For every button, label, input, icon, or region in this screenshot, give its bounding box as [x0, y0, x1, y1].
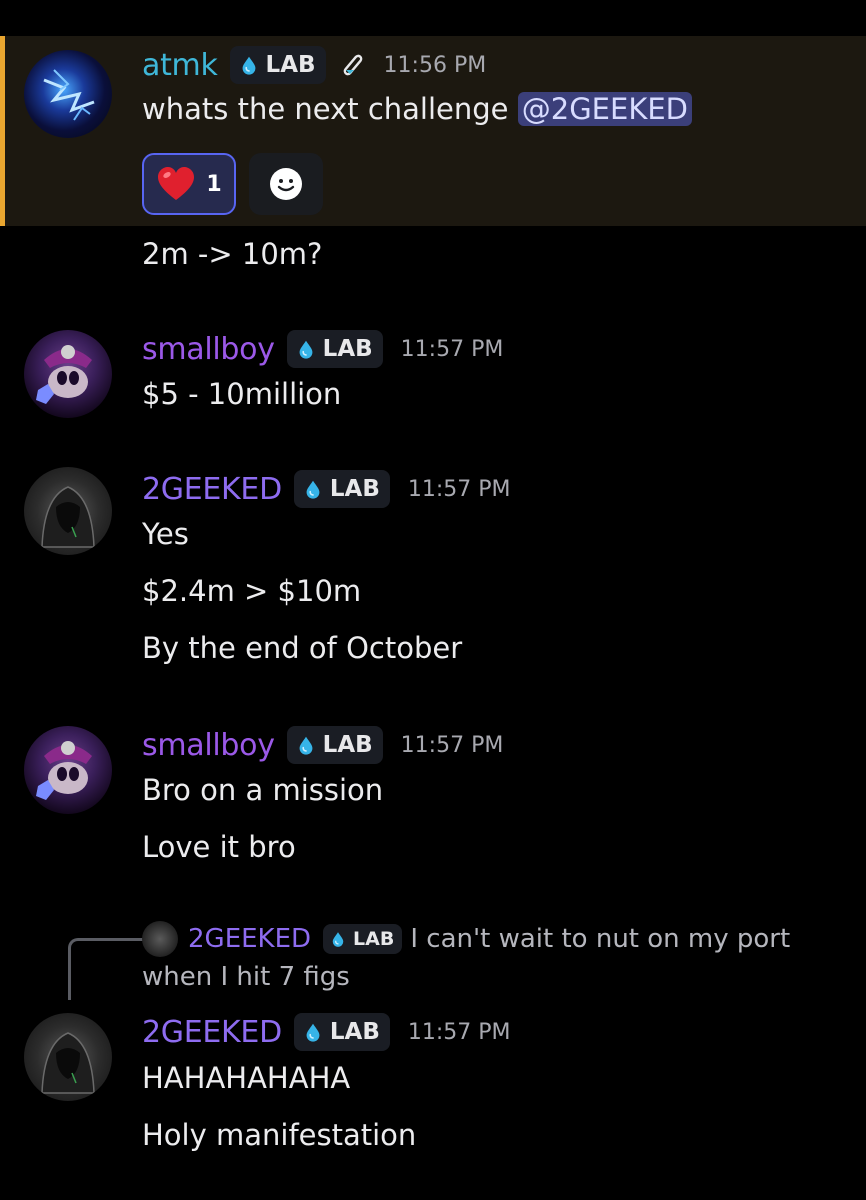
message-text-prefix: whats the next challenge [142, 92, 518, 126]
water-drop-icon [238, 54, 260, 76]
lab-tag[interactable]: LAB [286, 726, 383, 764]
reply-username[interactable]: 2GEEKED [188, 924, 311, 954]
test-tube-icon [340, 52, 366, 78]
username-2geeked[interactable]: 2GEEKED [142, 1015, 282, 1050]
avatar-smallboy[interactable] [24, 330, 112, 418]
water-drop-icon [295, 734, 317, 756]
timestamp: 11:57 PM [407, 476, 511, 502]
water-drop-icon [295, 338, 317, 360]
reaction-count: 1 [206, 171, 222, 197]
message-text: HAHAHAHAHA [142, 1061, 351, 1095]
tag-label: LAB [265, 52, 316, 78]
lab-tag[interactable]: LAB [323, 924, 403, 954]
lightning-art-icon [43, 69, 95, 121]
heart-reaction-button[interactable]: 1 [142, 153, 236, 215]
reply-text: I can't wait to nut on my port [410, 924, 791, 954]
message-text: Love it bro [142, 830, 296, 864]
message-text: $2.4m > $10m [142, 574, 362, 608]
water-drop-icon [302, 1021, 324, 1043]
message-text: Yes [142, 517, 189, 551]
hooded-figure-icon [41, 1032, 95, 1094]
timestamp: 11:57 PM [400, 336, 504, 362]
lab-tag[interactable]: LAB [286, 330, 383, 368]
user-mention[interactable]: @2GEEKED [517, 92, 692, 126]
tag-label: LAB [329, 1019, 380, 1045]
tag-label: LAB [322, 336, 373, 362]
avatar-smallboy[interactable] [24, 726, 112, 814]
username-2geeked[interactable]: 2GEEKED [142, 472, 282, 507]
message-text: By the end of October [142, 631, 463, 665]
timestamp: 11:57 PM [400, 732, 504, 758]
water-drop-icon [302, 478, 324, 500]
lab-tag[interactable]: LAB [293, 470, 390, 508]
reply-avatar[interactable] [142, 921, 178, 957]
heart-icon [158, 167, 195, 200]
tag-label: LAB [353, 928, 395, 950]
username-smallboy[interactable]: smallboy [142, 728, 275, 763]
smiley-icon [270, 168, 302, 200]
message-text: $5 - 10million [142, 377, 342, 411]
lab-tag[interactable]: LAB [293, 1013, 390, 1051]
avatar-2geeked[interactable] [24, 467, 112, 555]
tag-label: LAB [322, 732, 373, 758]
message-text: 2m -> 10m? [142, 237, 323, 271]
lab-tag[interactable]: LAB [229, 46, 326, 84]
username-atmk[interactable]: atmk [142, 48, 218, 83]
water-drop-icon [329, 930, 347, 948]
character-art-icon [36, 345, 92, 404]
message-text: whats the next challenge @2GEEKED [142, 92, 692, 126]
message-text: Holy manifestation [142, 1118, 417, 1152]
reply-preview[interactable]: 2GEEKED LAB I can't wait to nut on my po… [188, 919, 790, 959]
username-smallboy[interactable]: smallboy [142, 332, 275, 367]
reply-text: when I hit 7 figs [142, 962, 350, 992]
avatar-atmk[interactable] [24, 50, 112, 138]
timestamp: 11:57 PM [407, 1019, 511, 1045]
message-text: Bro on a mission [142, 773, 384, 807]
avatar-2geeked[interactable] [24, 1013, 112, 1101]
tag-label: LAB [329, 476, 380, 502]
reply-connector [68, 938, 146, 1000]
hooded-figure-icon [41, 486, 95, 548]
timestamp: 11:56 PM [383, 52, 487, 78]
character-art-icon [36, 741, 92, 800]
add-reaction-button[interactable] [249, 153, 323, 215]
